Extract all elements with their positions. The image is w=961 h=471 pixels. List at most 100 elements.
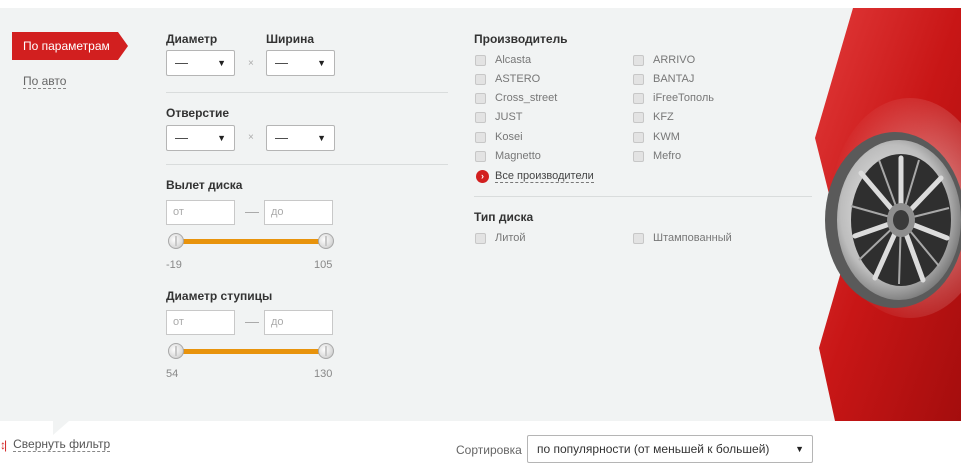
manufacturer-checkbox[interactable]: ASTERO (475, 72, 540, 86)
checkbox-label: iFreeТополь (653, 92, 715, 104)
all-manufacturers-link[interactable]: › Все производители (476, 170, 594, 183)
sort-label: Сортировка (456, 443, 522, 457)
triangle-down-icon: ▼ (317, 58, 326, 68)
range-dash (245, 212, 259, 213)
diameter-label: Диаметр (166, 32, 218, 46)
checkbox-label: JUST (495, 111, 523, 123)
checkbox-label: BANTAJ (653, 73, 695, 85)
collapse-filter-button[interactable]: ↕| Свернуть фильтр (0, 437, 111, 452)
hub-from-input[interactable]: от (166, 310, 235, 335)
manufacturer-checkbox[interactable]: BANTAJ (633, 72, 694, 86)
manufacturer-checkbox[interactable]: Cross_street (475, 91, 557, 105)
checkbox-box[interactable] (633, 232, 644, 244)
hub-slider-min-handle[interactable] (168, 343, 184, 359)
divider (474, 196, 812, 197)
bolt-count-value: — (175, 130, 188, 145)
checkbox-box[interactable] (633, 73, 644, 85)
offset-to-placeholder: до (271, 206, 284, 218)
collapse-filter-label: Свернуть фильтр (13, 437, 111, 452)
hub-slider-max-handle[interactable] (318, 343, 334, 359)
checkbox-label: KFZ (653, 111, 674, 123)
checkbox-box[interactable] (633, 150, 644, 162)
checkbox-label: Mefro (653, 150, 682, 162)
hub-slider-track[interactable] (176, 349, 326, 354)
panel-pointer (53, 421, 69, 435)
manufacturer-checkbox[interactable]: Mefro (633, 149, 681, 163)
bolt-count-select[interactable]: — ▼ (166, 125, 235, 151)
offset-slider-track[interactable] (176, 239, 326, 244)
times-separator: × (248, 58, 254, 69)
chevron-right-icon: › (476, 170, 489, 183)
checkbox-label: Kosei (495, 131, 523, 143)
triangle-down-icon: ▼ (217, 58, 226, 68)
diameter-select[interactable]: — ▼ (166, 50, 235, 76)
offset-from-input[interactable]: от (166, 200, 235, 225)
checkbox-box[interactable] (475, 73, 486, 85)
offset-label: Вылет диска (166, 178, 243, 192)
disk-type-checkbox[interactable]: Литой (475, 231, 526, 245)
manufacturer-checkbox[interactable]: iFreeТополь (633, 91, 714, 105)
offset-from-placeholder: от (173, 206, 184, 218)
hub-to-input[interactable]: до (264, 310, 333, 335)
bolt-pattern-label: Отверстие (166, 106, 230, 120)
checkbox-box[interactable] (475, 131, 486, 143)
checkbox-label: KWM (653, 131, 680, 143)
tab-by-car[interactable]: По авто (23, 74, 67, 89)
width-select[interactable]: — ▼ (266, 50, 335, 76)
manufacturer-checkbox[interactable]: Alcasta (475, 53, 531, 67)
checkbox-label: ARRIVO (653, 54, 696, 66)
hub-min-value: 54 (166, 368, 179, 380)
tab-by-params[interactable]: По параметрам (12, 32, 128, 60)
sort-select[interactable]: по популярности (от меньшей к большей) ▼ (527, 435, 813, 463)
checkbox-box[interactable] (633, 54, 644, 66)
checkbox-label: Alcasta (495, 54, 532, 66)
divider (166, 92, 448, 93)
checkbox-box[interactable] (475, 92, 486, 104)
bolt-pcd-value: — (275, 130, 288, 145)
diameter-select-value: — (175, 55, 188, 70)
divider (166, 164, 448, 165)
hub-max-value: 130 (314, 368, 333, 380)
checkbox-label: Magnetto (495, 150, 541, 162)
offset-slider-min-handle[interactable] (168, 233, 184, 249)
checkbox-box[interactable] (475, 232, 486, 244)
checkbox-label: Штампованный (653, 232, 732, 244)
offset-max-value: 105 (314, 259, 333, 271)
all-manufacturers-label: Все производители (495, 170, 594, 183)
checkbox-label: Литой (495, 232, 526, 244)
checkbox-box[interactable] (475, 111, 486, 123)
checkbox-box[interactable] (475, 54, 486, 66)
disk-type-label: Тип диска (474, 210, 534, 224)
collapse-filter-icon: ↕| (0, 437, 7, 452)
checkbox-label: Cross_street (495, 92, 558, 104)
triangle-down-icon: ▼ (317, 133, 326, 143)
times-separator: × (248, 132, 254, 143)
manufacturer-checkbox[interactable]: KWM (633, 130, 680, 144)
manufacturer-checkbox[interactable]: Kosei (475, 130, 523, 144)
hub-from-placeholder: от (173, 316, 184, 328)
checkbox-box[interactable] (633, 131, 644, 143)
checkbox-box[interactable] (633, 92, 644, 104)
width-select-value: — (275, 55, 288, 70)
triangle-down-icon: ▼ (217, 133, 226, 143)
hub-label: Диаметр ступицы (166, 289, 273, 303)
bolt-pcd-select[interactable]: — ▼ (266, 125, 335, 151)
disk-type-checkbox[interactable]: Штампованный (633, 231, 732, 245)
checkbox-label: ASTERO (495, 73, 541, 85)
manufacturer-checkbox[interactable]: KFZ (633, 110, 674, 124)
offset-min-value: -19 (166, 259, 182, 271)
hub-to-placeholder: до (271, 316, 284, 328)
offset-slider-max-handle[interactable] (318, 233, 334, 249)
checkbox-box[interactable] (633, 111, 644, 123)
checkbox-box[interactable] (475, 150, 486, 162)
wheel-promo-image (805, 8, 961, 421)
range-dash (245, 322, 259, 323)
manufacturer-checkbox[interactable]: ARRIVO (633, 53, 695, 67)
width-label: Ширина (266, 32, 315, 46)
manufacturer-label: Производитель (474, 32, 568, 46)
offset-to-input[interactable]: до (264, 200, 333, 225)
manufacturer-checkbox[interactable]: Magnetto (475, 149, 541, 163)
sort-select-value: по популярности (от меньшей к большей) (537, 442, 770, 456)
triangle-down-icon: ▼ (795, 444, 804, 454)
manufacturer-checkbox[interactable]: JUST (475, 110, 523, 124)
